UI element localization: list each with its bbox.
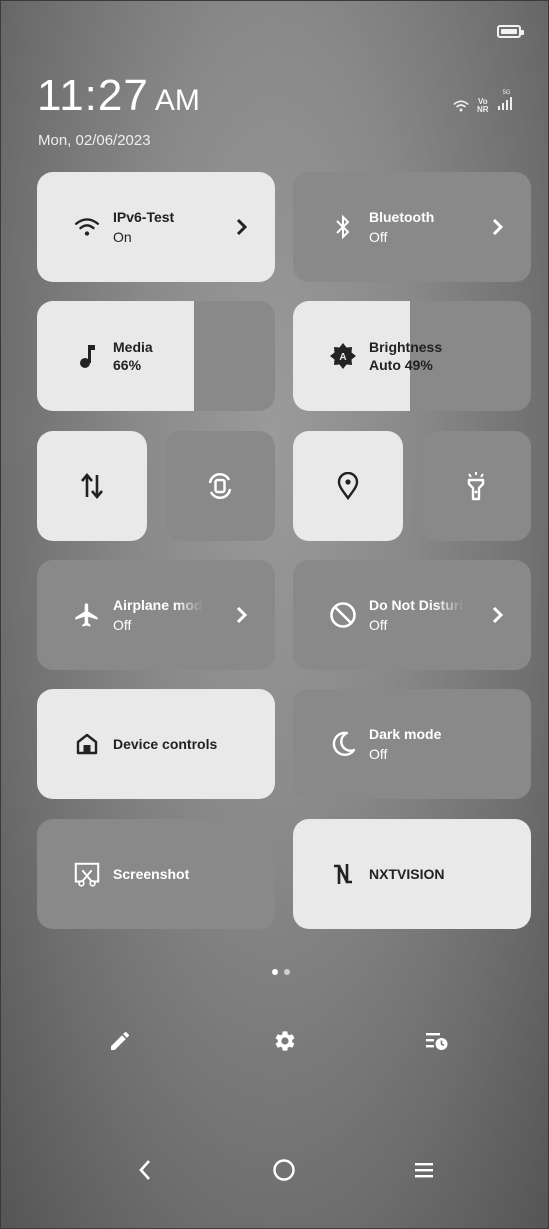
mobile-data-icon (81, 472, 103, 500)
back-icon[interactable] (125, 1150, 165, 1190)
brightness-auto-icon: A (329, 342, 357, 370)
page-dot-active[interactable] (272, 969, 278, 975)
chevron-right-icon[interactable] (235, 604, 249, 626)
dark-mode-tile-status: Off (369, 746, 388, 762)
nxtvision-label: NXTVISION (369, 866, 445, 882)
bluetooth-tile-status: Off (369, 229, 388, 245)
flashlight-icon (467, 472, 485, 501)
menu-icon[interactable] (404, 1150, 444, 1190)
bluetooth-icon (329, 213, 357, 241)
auto-rotate-tile[interactable] (165, 431, 275, 541)
music-note-icon (73, 342, 101, 370)
nxtvision-tile[interactable]: NXTVISION (293, 819, 531, 929)
home-icon (73, 730, 101, 758)
page-dot[interactable] (284, 969, 290, 975)
wifi-tile[interactable]: IPv6-Test On (37, 172, 275, 282)
brightness-slider[interactable]: A Brightness Auto 49% (293, 301, 531, 411)
quick-settings-screen: 11:27 AM Mon, 02/06/2023 Vo NR 5G IPv6-T… (0, 0, 549, 1229)
do-not-disturb-icon (329, 601, 357, 629)
wifi-tile-title: IPv6-Test (113, 209, 175, 225)
location-tile[interactable] (293, 431, 403, 541)
cell-signal-icon: 5G (497, 90, 513, 115)
device-controls-tile[interactable]: Device controls (37, 689, 275, 799)
airplane-tile-title: Airplane mode (113, 597, 203, 613)
media-slider-title: Media (113, 339, 153, 355)
svg-text:A: A (339, 352, 346, 363)
notification-history-icon[interactable] (417, 1021, 457, 1061)
dark-mode-tile-title: Dark mode (369, 726, 442, 742)
airplane-tile-status: Off (113, 617, 132, 633)
moon-icon (329, 730, 357, 758)
auto-rotate-icon (208, 473, 232, 499)
dnd-tile-title: Do Not Disturb (369, 597, 464, 613)
location-pin-icon (337, 472, 359, 500)
page-indicator (272, 969, 290, 975)
dark-mode-tile[interactable]: Dark mode Off (293, 689, 531, 799)
airplane-mode-tile[interactable]: Airplane mode Off (37, 560, 275, 670)
system-status-icons: Vo NR 5G (453, 90, 513, 115)
settings-gear-icon[interactable] (265, 1021, 305, 1061)
screenshot-tile[interactable]: Screenshot (37, 819, 275, 929)
flashlight-tile[interactable] (421, 431, 531, 541)
wifi-icon (73, 213, 101, 241)
edit-icon[interactable] (100, 1021, 140, 1061)
chevron-right-icon[interactable] (235, 216, 249, 238)
brightness-slider-value: Auto 49% (369, 357, 433, 373)
mobile-data-tile[interactable] (37, 431, 147, 541)
do-not-disturb-tile[interactable]: Do Not Disturb Off (293, 560, 531, 670)
airplane-icon (73, 601, 101, 629)
dnd-tile-status: Off (369, 617, 388, 633)
volte-indicator: Vo NR (477, 96, 489, 114)
date-label: Mon, 02/06/2023 (38, 132, 151, 149)
wifi-tile-status: On (113, 229, 132, 245)
bluetooth-tile[interactable]: Bluetooth Off (293, 172, 531, 282)
bluetooth-tile-title: Bluetooth (369, 209, 435, 225)
chevron-right-icon[interactable] (491, 604, 505, 626)
battery-icon (497, 25, 524, 38)
clock-time: 11:27 (37, 71, 149, 120)
clock[interactable]: 11:27 AM (37, 71, 200, 121)
media-slider-value: 66% (113, 357, 142, 373)
chevron-right-icon[interactable] (491, 216, 505, 238)
clock-ampm: AM (154, 84, 200, 117)
home-circle-icon[interactable] (264, 1150, 304, 1190)
screenshot-icon (73, 860, 101, 888)
media-volume-slider[interactable]: Media 66% (37, 301, 275, 411)
nxtvision-icon (329, 860, 357, 888)
device-controls-label: Device controls (113, 736, 218, 752)
brightness-slider-title: Brightness (369, 339, 443, 355)
wifi-status-icon (453, 100, 469, 111)
screenshot-label: Screenshot (113, 866, 190, 882)
